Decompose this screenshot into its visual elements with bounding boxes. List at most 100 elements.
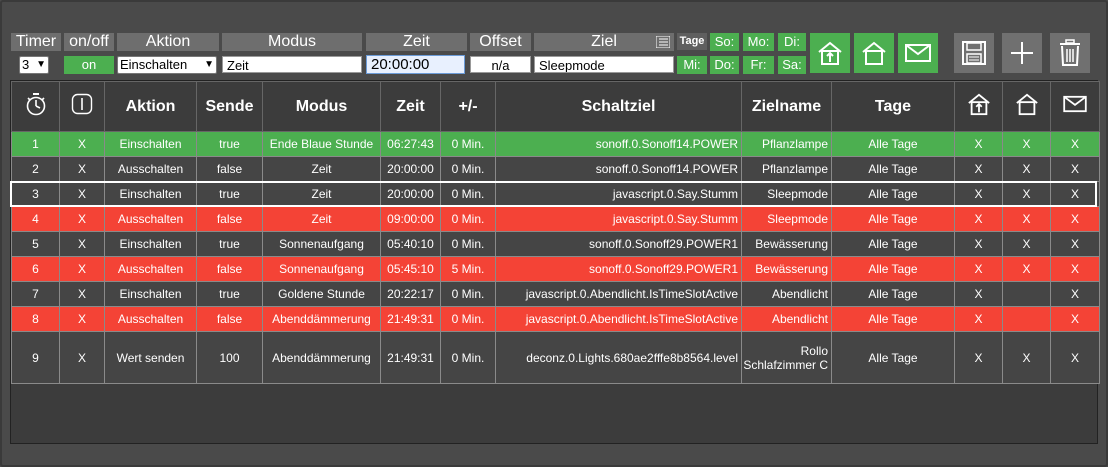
cell-schaltziel: deconz.0.Lights.680ae2fffe8b8564.level [495,331,742,384]
home-arrival-icon [967,92,991,116]
cell-nr: 8 [11,306,60,332]
cell-onoff: X [59,206,105,232]
table-row[interactable]: 1 X Einschalten true Ende Blaue Stunde 06:27:… [11,131,1100,157]
cell-home-out: X [1002,156,1051,182]
modus-field[interactable]: Zeit [222,56,362,73]
ziel-field[interactable]: Sleepmode [534,56,674,73]
table-row[interactable]: 9 X Wert senden 100 Abenddämmerung 21:49:31 0 … [11,331,1100,384]
cell-zielname: Bewässerung [741,231,832,257]
cell-home-out: X [1002,231,1051,257]
cell-modus: Goldene Stunde [262,281,381,307]
cell-onoff: X [59,156,105,182]
cell-tage: Alle Tage [831,156,955,182]
onoff-toggle-button[interactable]: on [64,56,114,74]
table-row[interactable]: 6 X Ausschalten false Sonnenaufgang 05:45:10 5… [11,256,1100,282]
cell-aktion: Einschalten [104,281,197,307]
cell-zeit: 05:40:10 [380,231,441,257]
home-departure-button[interactable] [854,33,894,73]
list-picker-icon[interactable] [656,36,670,48]
day-thursday-button[interactable]: Do: [710,56,739,74]
cell-zielname: Abendlicht [741,281,832,307]
col-zeit: Zeit [380,81,441,132]
cell-home-out: X [1002,131,1051,157]
save-button[interactable] [954,33,994,73]
cell-home-out [1002,306,1051,332]
col-home-out [1002,81,1051,132]
cell-offset: 0 Min. [440,231,496,257]
cell-nr: 1 [11,131,60,157]
cell-zeit: 09:00:00 [380,206,441,232]
cell-offset: 0 Min. [440,206,496,232]
cell-sende: true [196,281,263,307]
cell-mail: X [1050,281,1100,307]
cell-sende: false [196,306,263,332]
cell-nr: 2 [11,156,60,182]
cell-mail: X [1050,231,1100,257]
day-tuesday-button[interactable]: Di: [778,33,806,51]
cell-zeit: 20:00:00 [380,156,441,182]
cell-modus: Zeit [262,181,381,207]
cell-nr: 6 [11,256,60,282]
cell-offset: 0 Min. [440,181,496,207]
cell-aktion: Ausschalten [104,256,197,282]
cell-sende: false [196,256,263,282]
cell-onoff: X [59,331,105,384]
col-modus: Modus [262,81,381,132]
cell-schaltziel: sonoff.0.Sonoff14.POWER [495,131,742,157]
home-arrival-icon [817,40,843,66]
day-sunday-button[interactable]: So: [710,33,739,51]
cell-tage: Alle Tage [831,306,955,332]
table-row[interactable]: 8 X Ausschalten false Abenddämmerung 21:49:31… [11,306,1100,332]
timer-select-value: 3 [22,57,30,72]
cell-offset: 0 Min. [440,131,496,157]
power-icon [71,93,93,115]
timer-select[interactable]: 3 ▼ [19,56,49,74]
cell-zielname: Sleepmode [741,206,832,232]
col-sende: Sende [196,81,263,132]
day-monday-button[interactable]: Mo: [743,33,774,51]
cell-aktion: Einschalten [104,131,197,157]
table-row[interactable]: 2 X Ausschalten false Zeit 20:00:00 0 Min. sono… [11,156,1100,182]
table-row[interactable]: 3 X Einschalten true Zeit 20:00:00 0 Min. javas… [11,181,1100,207]
tage-label: Tage [677,33,707,50]
cell-sende: true [196,231,263,257]
cell-modus: Zeit [262,156,381,182]
cell-schaltziel: sonoff.0.Sonoff29.POWER1 [495,231,742,257]
cell-nr: 7 [11,281,60,307]
cell-modus: Ende Blaue Stunde [262,131,381,157]
cell-modus: Abenddämmerung [262,306,381,332]
cell-onoff: X [59,231,105,257]
table-row[interactable]: 4 X Ausschalten false Zeit 09:00:00 0 Min. java… [11,206,1100,232]
cell-home-in: X [954,281,1003,307]
cell-onoff: X [59,181,105,207]
cell-sende: 100 [196,331,263,384]
zeit-input[interactable]: 20:00:00 [366,55,465,74]
table-row[interactable]: 7 X Einschalten true Goldene Stunde 20:22:17 0… [11,281,1100,307]
cell-home-in: X [954,256,1003,282]
zeit-header: Zeit [366,33,467,51]
trash-icon [1058,39,1082,67]
add-button[interactable] [1002,33,1042,73]
day-saturday-button[interactable]: Sa: [778,56,806,74]
table-header-row: Aktion Sende Modus Zeit +/- Schaltziel Z… [11,81,1100,132]
cell-home-in: X [954,206,1003,232]
cell-zielname: Bewässerung [741,256,832,282]
cell-sende: false [196,206,263,232]
cell-schaltziel: javascript.0.Abendlicht.IsTimeSlotActive [495,281,742,307]
delete-button[interactable] [1050,33,1090,73]
table-row[interactable]: 5 X Einschalten true Sonnenaufgang 05:40:10 0 … [11,231,1100,257]
day-wednesday-button[interactable]: Mi: [677,56,707,74]
home-arrival-button[interactable] [810,33,850,73]
col-home-in [954,81,1003,132]
day-friday-button[interactable]: Fr: [743,56,774,74]
cell-onoff: X [59,306,105,332]
cell-mail: X [1050,331,1100,384]
offset-field[interactable]: n/a [470,56,531,73]
cell-zielname: Rollo Schlafzimmer C [741,331,832,384]
cell-aktion: Ausschalten [104,156,197,182]
timer-header: Timer [11,33,61,51]
mail-button[interactable] [898,33,938,73]
col-onoff [59,81,105,132]
ziel-header: Ziel [534,33,674,51]
aktion-select[interactable]: Einschalten ▼ [117,56,217,74]
